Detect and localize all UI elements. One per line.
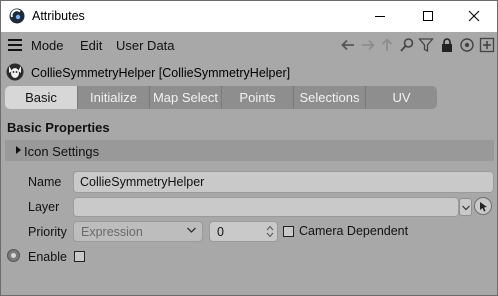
object-header: CollieSymmetryHelper [CollieSymmetryHelp… [1, 59, 497, 85]
menu-edit[interactable]: Edit [80, 38, 102, 53]
tab-map-select[interactable]: Map Select [150, 86, 222, 109]
attributes-window: Attributes Mode Edit User Data CollieSym… [0, 0, 498, 296]
menu-mode[interactable]: Mode [31, 38, 64, 53]
object-name: CollieSymmetryHelper [CollieSymmetryHelp… [31, 66, 291, 80]
camera-dependent-checkbox[interactable] [283, 226, 294, 237]
stepper-arrows-icon[interactable] [266, 224, 274, 239]
chevron-down-icon [187, 227, 196, 233]
layer-input[interactable] [74, 198, 458, 216]
tab-basic[interactable]: Basic [5, 86, 78, 109]
priority-mode-select[interactable]: Expression [73, 221, 203, 242]
icon-settings-group[interactable]: Icon Settings [5, 140, 494, 161]
layer-dropdown-button[interactable] [459, 198, 472, 216]
animation-keyframe-icon[interactable] [7, 249, 20, 262]
minimize-icon [375, 16, 385, 17]
menu-bar: Mode Edit User Data [1, 32, 497, 58]
expand-triangle-icon[interactable] [16, 146, 21, 154]
arrow-left-icon[interactable] [340, 37, 356, 53]
arrow-up-icon[interactable] [379, 37, 395, 53]
arrow-right-icon[interactable] [360, 37, 376, 53]
layer-field[interactable] [73, 197, 459, 217]
section-title: Basic Properties [7, 120, 110, 135]
camera-dependent-label: Camera Dependent [299, 224, 409, 238]
tab-strip: Basic Initialize Map Select Points Selec… [5, 86, 437, 109]
name-label: Name [28, 175, 62, 189]
menu-user-data[interactable]: User Data [116, 38, 175, 53]
window-title: Attributes [32, 9, 85, 23]
tab-uv[interactable]: UV [366, 86, 437, 109]
dog-object-icon [6, 63, 24, 81]
group-label: Icon Settings [24, 144, 100, 159]
layer-label: Layer [28, 200, 60, 214]
chevron-down-icon [462, 205, 470, 211]
enable-label: Enable [28, 250, 67, 264]
tab-initialize[interactable]: Initialize [78, 86, 150, 109]
enable-checkbox[interactable] [74, 251, 85, 262]
priority-value-stepper[interactable]: 0 [209, 221, 278, 242]
filter-icon[interactable] [418, 37, 434, 53]
minimize-button[interactable] [357, 1, 403, 32]
close-icon [468, 10, 480, 22]
maximize-icon [423, 11, 433, 21]
cinema4d-app-icon [9, 8, 25, 24]
lock-icon[interactable] [439, 37, 455, 53]
hamburger-menu-icon[interactable] [8, 39, 22, 51]
close-button[interactable] [451, 1, 497, 32]
cursor-pick-icon [480, 202, 487, 212]
priority-mode-value: Expression [81, 225, 143, 239]
name-input[interactable] [74, 172, 493, 192]
name-field[interactable] [73, 171, 494, 193]
target-icon[interactable] [459, 37, 475, 53]
tab-points[interactable]: Points [222, 86, 294, 109]
priority-label: Priority [28, 225, 67, 239]
tab-selections[interactable]: Selections [294, 86, 366, 109]
layer-pick-button[interactable] [474, 197, 492, 215]
search-icon[interactable] [399, 37, 415, 53]
title-bar[interactable]: Attributes [1, 1, 497, 32]
add-icon[interactable] [479, 37, 495, 53]
priority-value: 0 [217, 225, 224, 239]
maximize-button[interactable] [405, 1, 451, 32]
